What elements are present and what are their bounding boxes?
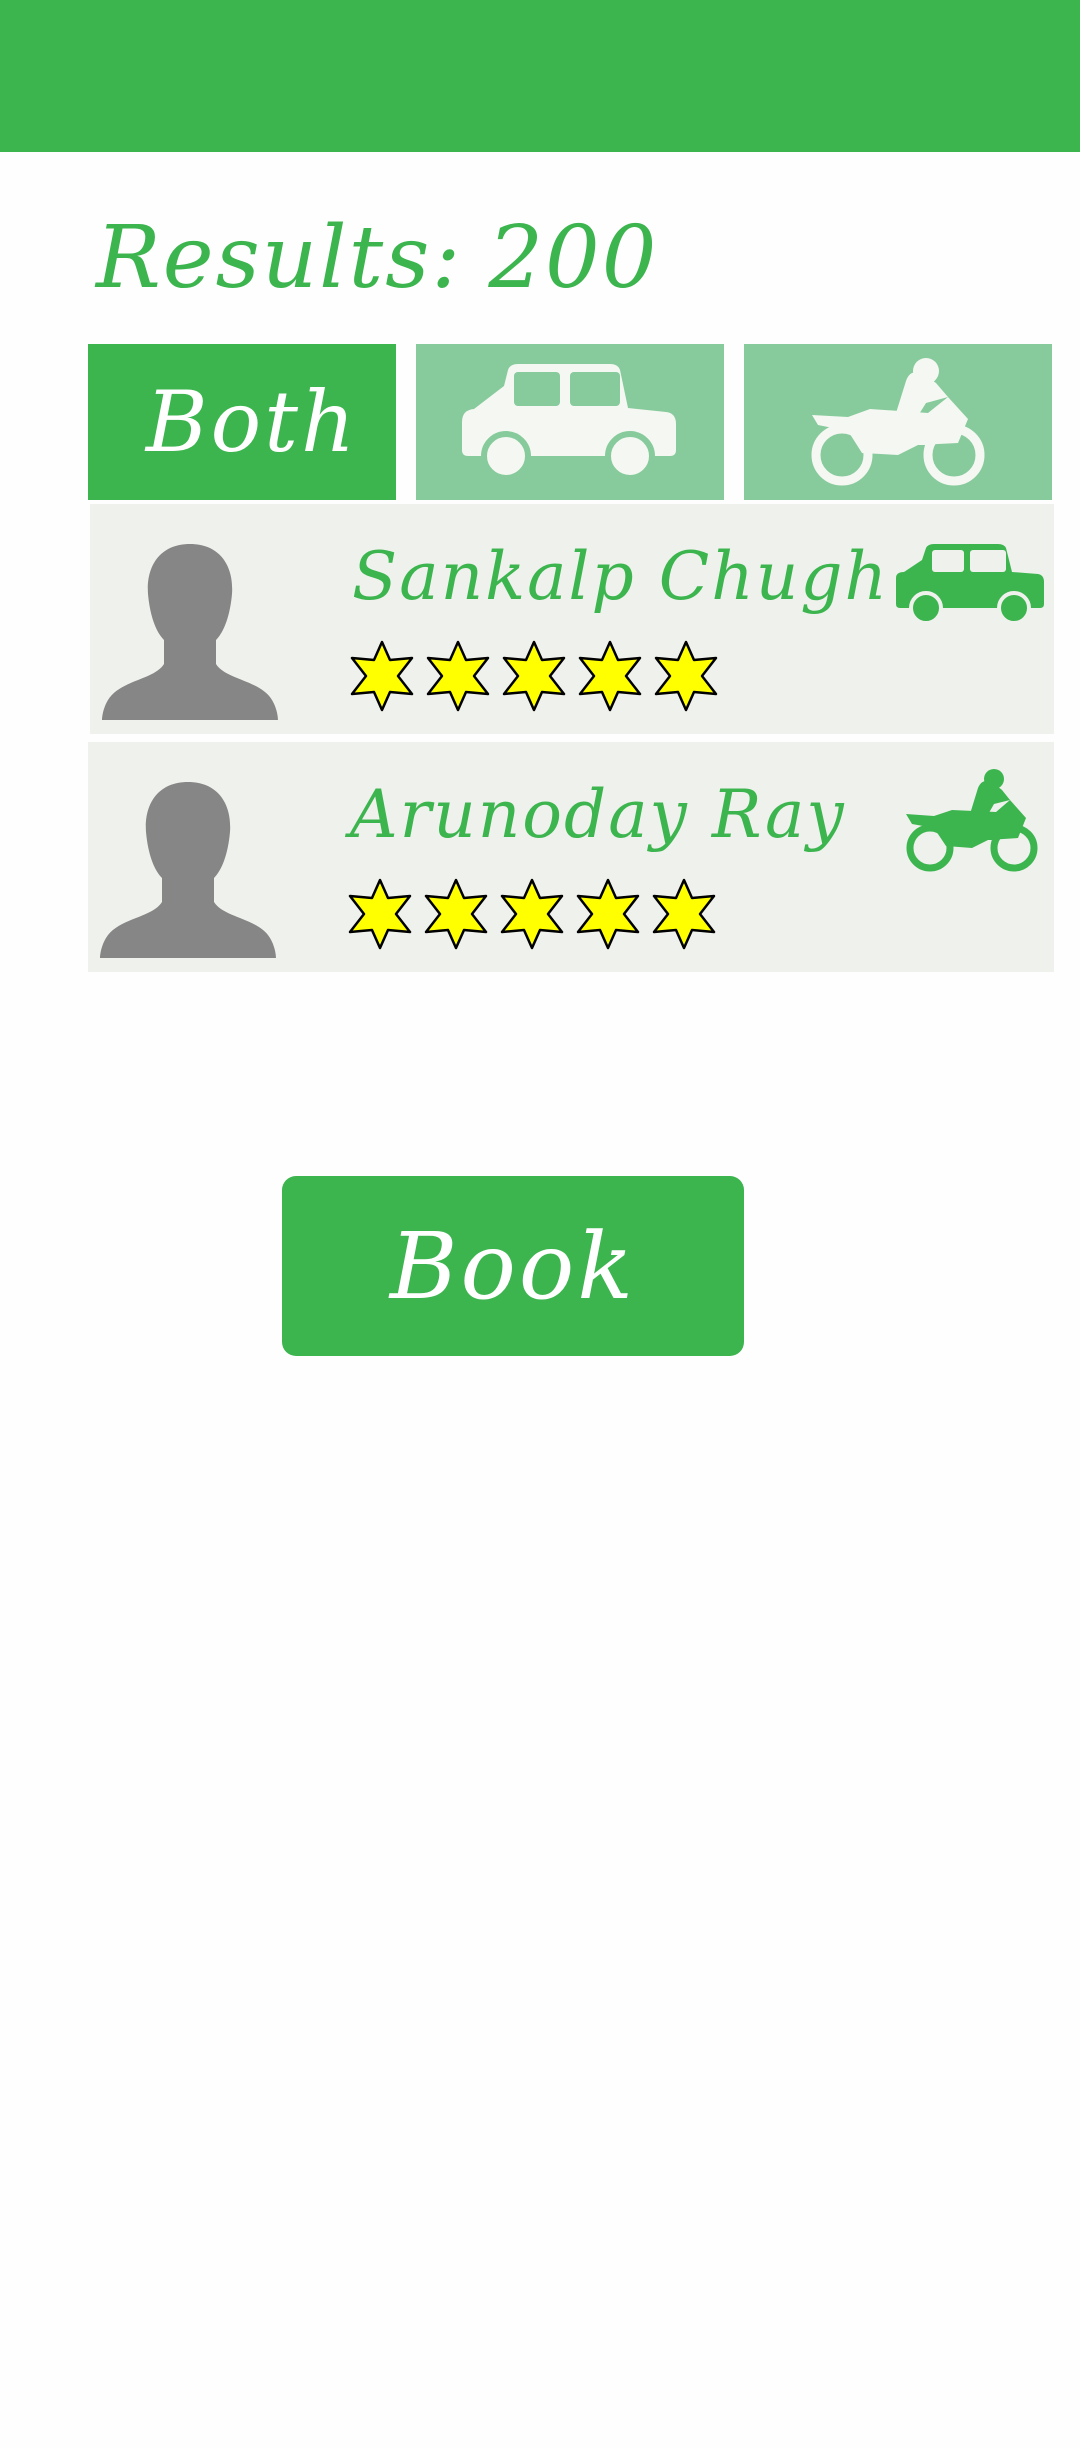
filter-tab-both[interactable]: Both bbox=[88, 344, 396, 500]
person-silhouette-icon bbox=[100, 782, 276, 958]
star-icon bbox=[654, 640, 718, 712]
star-icon bbox=[652, 878, 716, 950]
filter-tab-motorcycle[interactable] bbox=[744, 344, 1052, 500]
star-icon bbox=[502, 640, 566, 712]
motorcycle-icon bbox=[906, 769, 1038, 872]
star-icon bbox=[578, 640, 642, 712]
person-silhouette-icon bbox=[102, 544, 278, 720]
filter-tab-both-label: Both bbox=[145, 373, 359, 471]
book-button-label: Book bbox=[389, 1212, 637, 1320]
star-icon bbox=[348, 878, 412, 950]
app-header-bar bbox=[0, 0, 1080, 152]
driver-card[interactable]: Arunoday Ray bbox=[88, 742, 1054, 972]
book-button[interactable]: Book bbox=[282, 1176, 744, 1356]
results-count: Results: 200 bbox=[96, 208, 659, 308]
car-icon bbox=[896, 544, 1044, 624]
results-label: Results: bbox=[96, 208, 463, 308]
driver-rating bbox=[346, 878, 718, 950]
star-icon bbox=[576, 878, 640, 950]
driver-name: Arunoday Ray bbox=[350, 776, 846, 853]
star-icon bbox=[424, 878, 488, 950]
filter-tab-car[interactable] bbox=[416, 344, 724, 500]
star-icon bbox=[500, 878, 564, 950]
driver-name: Sankalp Chugh bbox=[352, 538, 890, 615]
star-icon bbox=[350, 640, 414, 712]
driver-card[interactable]: Sankalp Chugh bbox=[90, 504, 1054, 734]
car-icon bbox=[462, 364, 676, 480]
results-number: 200 bbox=[488, 208, 659, 308]
star-icon bbox=[426, 640, 490, 712]
motorcycle-icon bbox=[811, 358, 985, 486]
driver-rating bbox=[348, 640, 720, 712]
